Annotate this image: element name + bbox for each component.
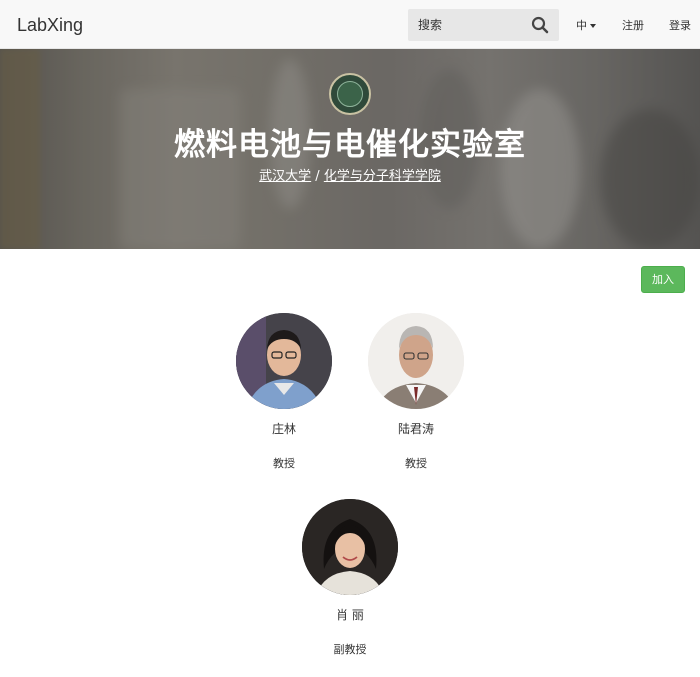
university-logo <box>329 73 371 115</box>
lab-affiliation: 武汉大学 / 化学与分子科学学院 <box>0 165 700 184</box>
search-box <box>408 9 559 41</box>
navbar: LabXing 中 注册 登录 <box>0 0 700 49</box>
member-title: 教授 <box>405 457 427 470</box>
avatar[interactable] <box>302 499 398 595</box>
member-card: 肖 丽 副教授 <box>290 499 410 657</box>
member-title: 副教授 <box>333 643 367 656</box>
member-name[interactable]: 陆君涛 <box>356 420 476 437</box>
search-icon[interactable] <box>531 16 549 34</box>
affiliation-separator: / <box>311 169 324 184</box>
register-link[interactable]: 注册 <box>622 17 644 33</box>
school-link[interactable]: 化学与分子科学学院 <box>324 169 441 184</box>
member-card: 陆君涛 教授 <box>356 313 476 471</box>
join-button[interactable]: 加入 <box>641 266 685 293</box>
language-label: 中 <box>576 19 587 32</box>
login-link[interactable]: 登录 <box>669 17 691 33</box>
brand-logo[interactable]: LabXing <box>17 15 83 36</box>
hero-banner: 燃料电池与电催化实验室 武汉大学 / 化学与分子科学学院 <box>0 49 700 249</box>
avatar[interactable] <box>368 313 464 409</box>
member-title: 教授 <box>273 457 295 470</box>
language-dropdown[interactable]: 中 <box>576 17 596 33</box>
university-link[interactable]: 武汉大学 <box>259 169 311 184</box>
caret-down-icon <box>590 24 596 28</box>
avatar[interactable] <box>236 313 332 409</box>
member-card: 庄林 教授 <box>224 313 344 471</box>
search-input[interactable] <box>408 9 528 41</box>
lab-title: 燃料电池与电催化实验室 <box>174 127 526 163</box>
member-name[interactable]: 肖 丽 <box>290 606 410 623</box>
member-name[interactable]: 庄林 <box>224 420 344 437</box>
